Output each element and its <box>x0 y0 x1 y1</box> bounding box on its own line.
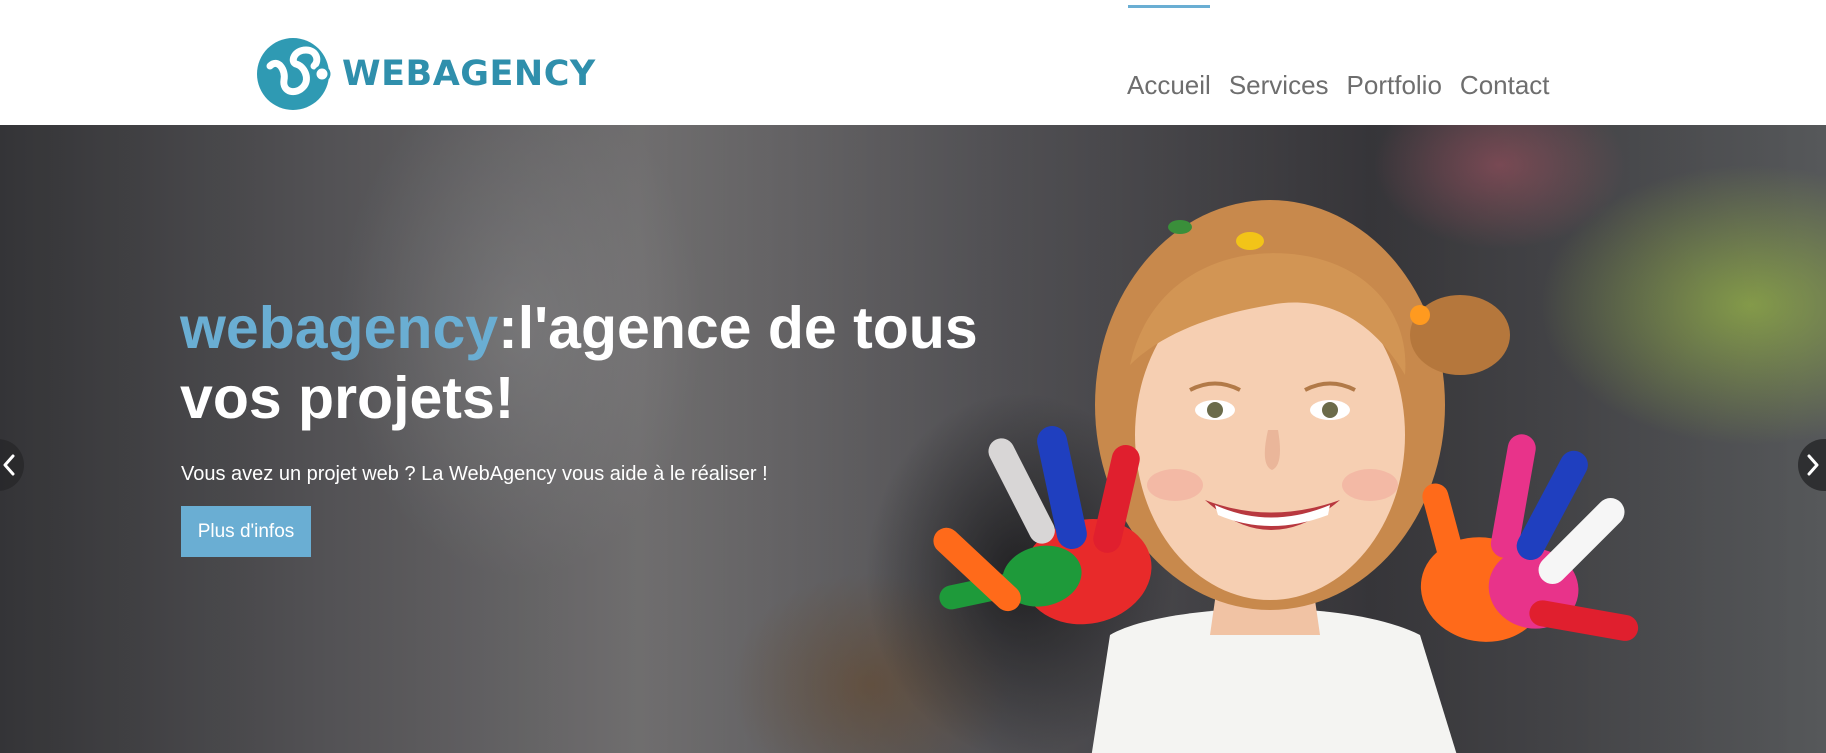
hero-title-brand: webagency <box>180 295 499 361</box>
chevron-left-icon <box>3 454 15 476</box>
nav-item-accueil[interactable]: Accueil <box>1118 0 1220 125</box>
site-header: WEBAGENCY Accueil Services Portfolio Con… <box>0 0 1826 125</box>
more-info-button[interactable]: Plus d'infos <box>181 506 311 557</box>
nav-item-portfolio[interactable]: Portfolio <box>1338 0 1451 125</box>
main-nav: Accueil Services Portfolio Contact <box>1118 0 1559 125</box>
hero-title: webagency:l'agence de tous vos projets! <box>180 293 1040 433</box>
nav-item-contact[interactable]: Contact <box>1451 0 1559 125</box>
webagency-logo-icon <box>257 38 331 110</box>
hero-image <box>933 200 1639 753</box>
chevron-right-icon <box>1807 454 1819 476</box>
site-logo[interactable]: WEBAGENCY <box>256 36 596 112</box>
logo-text: WEBAGENCY <box>342 54 596 94</box>
hero-carousel: webagency:l'agence de tous vos projets! … <box>0 125 1826 753</box>
hero-subtitle: Vous avez un projet web ? La WebAgency v… <box>181 463 768 485</box>
page: WEBAGENCY Accueil Services Portfolio Con… <box>0 0 1826 753</box>
nav-item-services[interactable]: Services <box>1220 0 1338 125</box>
